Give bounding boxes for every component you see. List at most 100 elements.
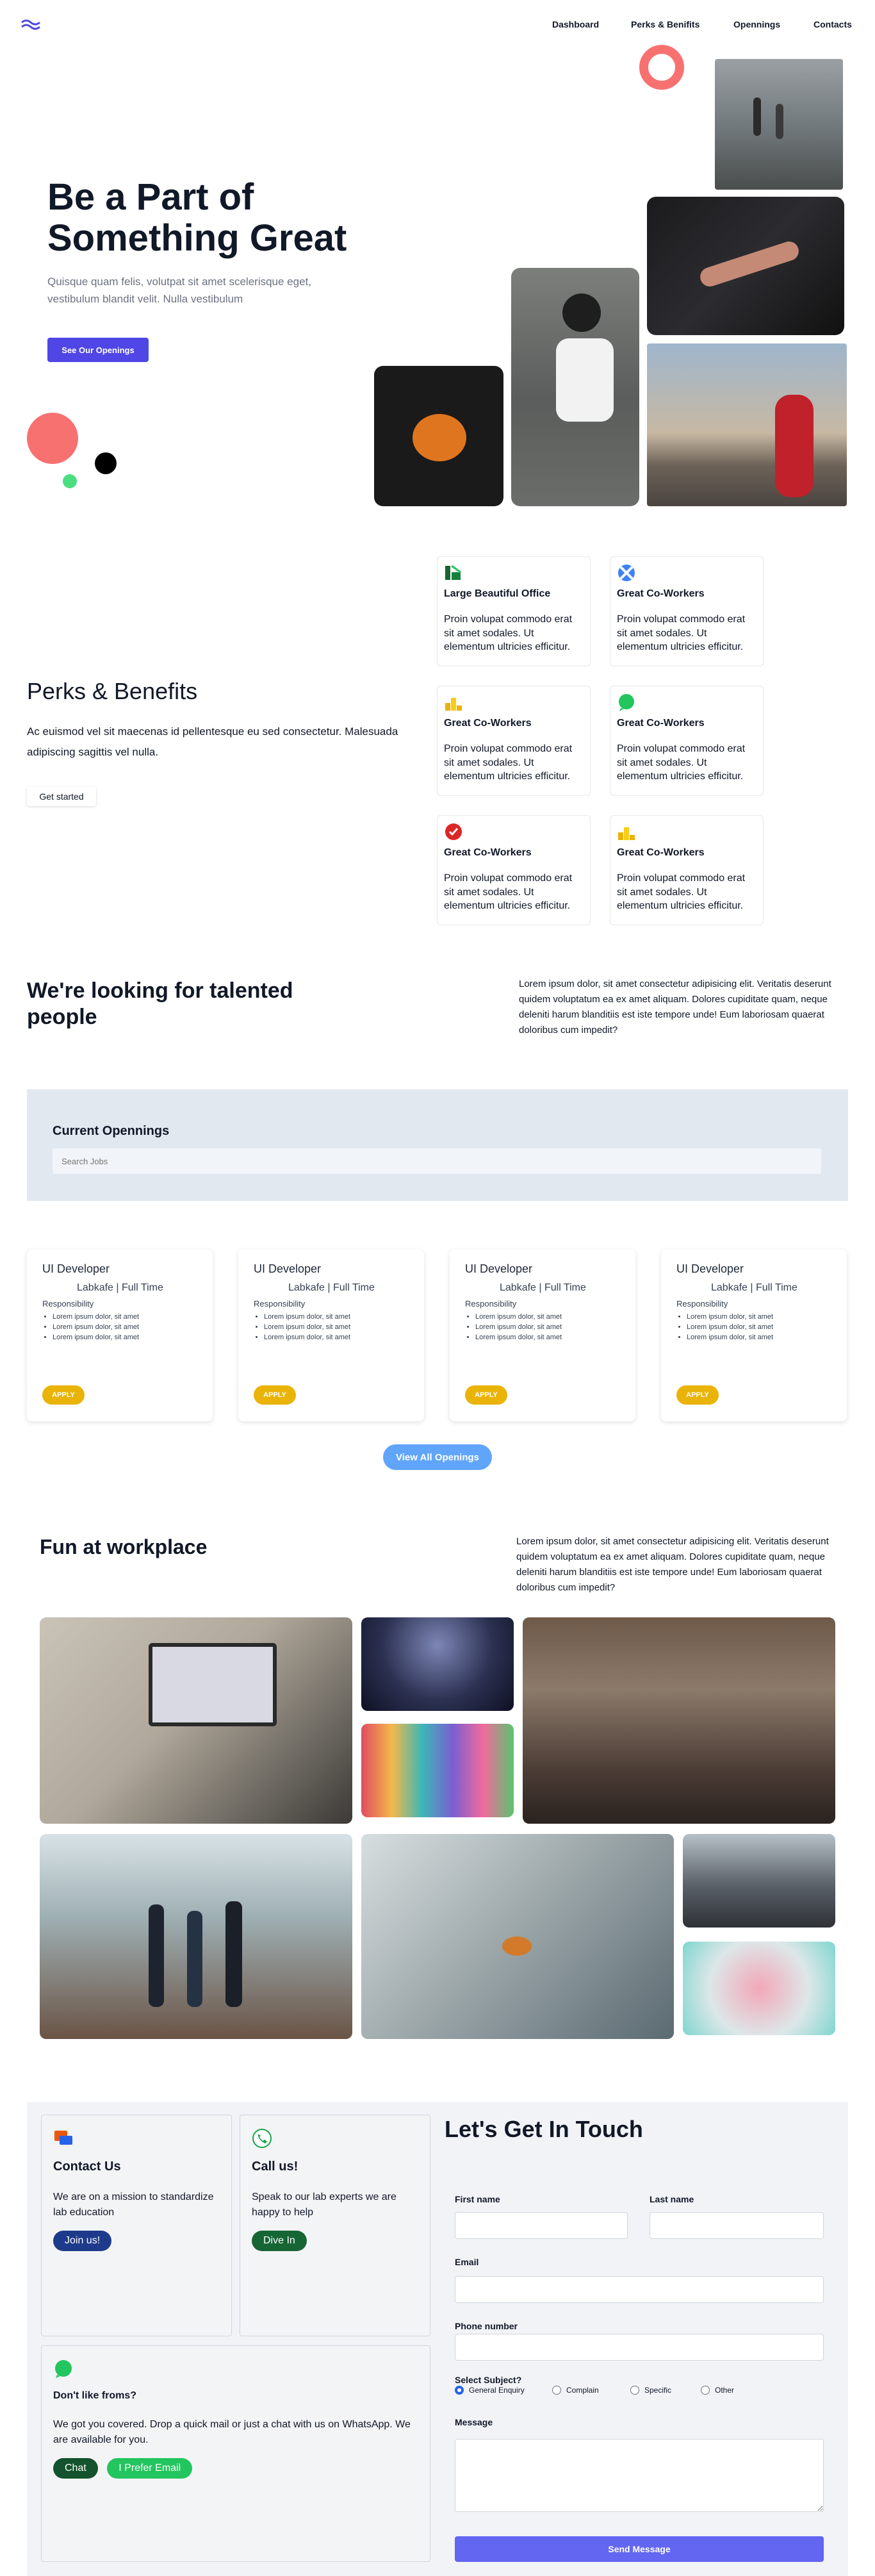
phone-label: Phone number: [455, 2321, 518, 2331]
radio-specific[interactable]: Specific: [630, 2386, 671, 2395]
nav-dashboard[interactable]: Dashboard: [552, 19, 599, 29]
perk-card-2: Great Co-Workers Proin volupat commodo e…: [610, 556, 764, 666]
call-us-title: Call us!: [252, 2159, 298, 2174]
radio-dot: [630, 2386, 639, 2395]
chat-button[interactable]: Chat: [53, 2458, 98, 2479]
perk-card-4: Great Co-Workers Proin volupat commodo e…: [610, 686, 764, 796]
no-forms-text: We got you covered. Drop a quick mail or…: [53, 2419, 411, 2445]
perk-title: Large Beautiful Office: [444, 588, 551, 599]
call-us-card: Call us! Speak to our lab experts we are…: [240, 2115, 430, 2336]
radio-general-enquiry[interactable]: General Enquiry: [455, 2386, 525, 2395]
contact-us-title: Contact Us: [53, 2159, 121, 2174]
first-name-input[interactable]: [455, 2212, 628, 2239]
perk-text: Proin volupat commodo erat sit amet soda…: [444, 614, 573, 653]
job-responsibility-list: Lorem ipsum dolor, sit amet Lorem ipsum …: [254, 1312, 409, 1343]
job-card-2: UI Developer Labkafe | Full Time Respons…: [238, 1250, 424, 1421]
perk-title: Great Co-Workers: [617, 718, 705, 729]
photo-confetti: [361, 1617, 514, 1711]
no-forms-card: Don't like froms? We got you covered. Dr…: [41, 2345, 430, 2562]
job-responsibility: Responsibility: [465, 1299, 517, 1309]
send-message-button[interactable]: Send Message: [455, 2536, 824, 2562]
photo-dancing-couple: [647, 343, 847, 506]
email-input[interactable]: [455, 2276, 824, 2303]
message-label: Message: [455, 2417, 493, 2427]
apply-button[interactable]: APPLY: [254, 1385, 296, 1405]
photo-walking-team: [40, 1834, 352, 2039]
openings-title: Current Opennings: [53, 1124, 170, 1138]
job-company: Labkafe | Full Time: [288, 1282, 375, 1293]
office-icon: [445, 565, 461, 580]
list-item: Lorem ipsum dolor, sit amet: [475, 1333, 620, 1343]
job-responsibility-list: Lorem ipsum dolor, sit amet Lorem ipsum …: [465, 1312, 620, 1343]
logo[interactable]: [20, 18, 44, 31]
list-item: Lorem ipsum dolor, sit amet: [264, 1312, 409, 1323]
job-card-3: UI Developer Labkafe | Full Time Respons…: [450, 1250, 635, 1421]
see-openings-button[interactable]: See Our Openings: [47, 338, 149, 362]
list-item: Lorem ipsum dolor, sit amet: [687, 1323, 831, 1333]
get-started-button[interactable]: Get started: [27, 787, 96, 806]
prefer-email-button[interactable]: I Prefer Email: [107, 2458, 193, 2479]
call-us-text: Speak to our lab experts we are happy to…: [252, 2192, 397, 2218]
contact-us-text: We are on a mission to standardize lab e…: [53, 2192, 214, 2218]
coworkers-icon: [618, 565, 635, 581]
contact-form-title: Let's Get In Touch: [445, 2116, 643, 2142]
list-item: Lorem ipsum dolor, sit amet: [264, 1323, 409, 1333]
dive-in-button[interactable]: Dive In: [252, 2231, 307, 2251]
perk-title: Great Co-Workers: [617, 588, 705, 599]
photo-dinner-party: [523, 1617, 835, 1824]
hero-decor-circle-black: [95, 452, 117, 474]
phone-input[interactable]: [455, 2334, 824, 2361]
radio-label: Specific: [644, 2386, 672, 2395]
job-card-4: UI Developer Labkafe | Full Time Respons…: [661, 1250, 847, 1421]
last-name-input[interactable]: [650, 2212, 824, 2239]
nav-openings[interactable]: Opennings: [733, 19, 780, 29]
radio-label: Complain: [566, 2386, 599, 2395]
list-item: Lorem ipsum dolor, sit amet: [264, 1333, 409, 1343]
talent-text: Lorem ipsum dolor, sit amet consectetur …: [519, 978, 831, 1036]
first-name-label: First name: [455, 2194, 500, 2204]
subject-label: Select Subject?: [455, 2375, 522, 2385]
job-company: Labkafe | Full Time: [500, 1282, 586, 1293]
nav-perks[interactable]: Perks & Benifits: [631, 19, 699, 29]
photo-skateboarders: [715, 59, 843, 190]
radio-complain[interactable]: Complain: [552, 2386, 599, 2395]
no-forms-title: Don't like froms?: [53, 2390, 137, 2401]
hero-title-line1: Be a Part of: [47, 176, 254, 218]
hero-title: Be a Part of Something Great: [47, 177, 347, 259]
job-company: Labkafe | Full Time: [77, 1282, 163, 1293]
job-title: UI Developer: [42, 1262, 110, 1275]
perk-title: Great Co-Workers: [444, 718, 532, 729]
radio-dot: [455, 2386, 464, 2395]
talent-title: We're looking for talented people: [27, 978, 293, 1029]
podium-icon: [618, 827, 635, 840]
hero-decor-ring: [639, 45, 684, 90]
hero-decor-circle-green: [63, 474, 77, 488]
perk-card-3: Great Co-Workers Proin volupat commodo e…: [437, 686, 591, 796]
view-all-openings-button[interactable]: View All Openings: [383, 1444, 492, 1470]
photo-gym-woman: [647, 197, 844, 335]
hero-decor-circle-red: [27, 413, 78, 464]
radio-other[interactable]: Other: [701, 2386, 734, 2395]
photo-sitting-woman: [511, 268, 639, 506]
search-jobs-input[interactable]: [53, 1148, 821, 1174]
job-title: UI Developer: [465, 1262, 533, 1275]
message-textarea[interactable]: [455, 2439, 824, 2512]
list-item: Lorem ipsum dolor, sit amet: [475, 1312, 620, 1323]
apply-button[interactable]: APPLY: [676, 1385, 719, 1405]
hero-subtitle: Quisque quam felis, volutpat sit amet sc…: [47, 276, 311, 306]
list-item: Lorem ipsum dolor, sit amet: [687, 1312, 831, 1323]
join-us-button[interactable]: Join us!: [53, 2231, 112, 2251]
list-item: Lorem ipsum dolor, sit amet: [53, 1312, 197, 1323]
whatsapp-icon: [55, 2360, 72, 2378]
speech-bubbles-icon: [54, 2131, 72, 2145]
apply-button[interactable]: APPLY: [465, 1385, 507, 1405]
apply-button[interactable]: APPLY: [42, 1385, 85, 1405]
job-responsibility-list: Lorem ipsum dolor, sit amet Lorem ipsum …: [42, 1312, 197, 1343]
waves-logo-icon: [21, 19, 40, 30]
perk-card-5: Great Co-Workers Proin volupat commodo e…: [437, 815, 591, 925]
job-title: UI Developer: [254, 1262, 322, 1275]
nav-contacts[interactable]: Contacts: [814, 19, 852, 29]
job-responsibility-list: Lorem ipsum dolor, sit amet Lorem ipsum …: [676, 1312, 831, 1343]
perk-text: Proin volupat commodo erat sit amet soda…: [617, 614, 746, 653]
perk-text: Proin volupat commodo erat sit amet soda…: [444, 873, 573, 912]
